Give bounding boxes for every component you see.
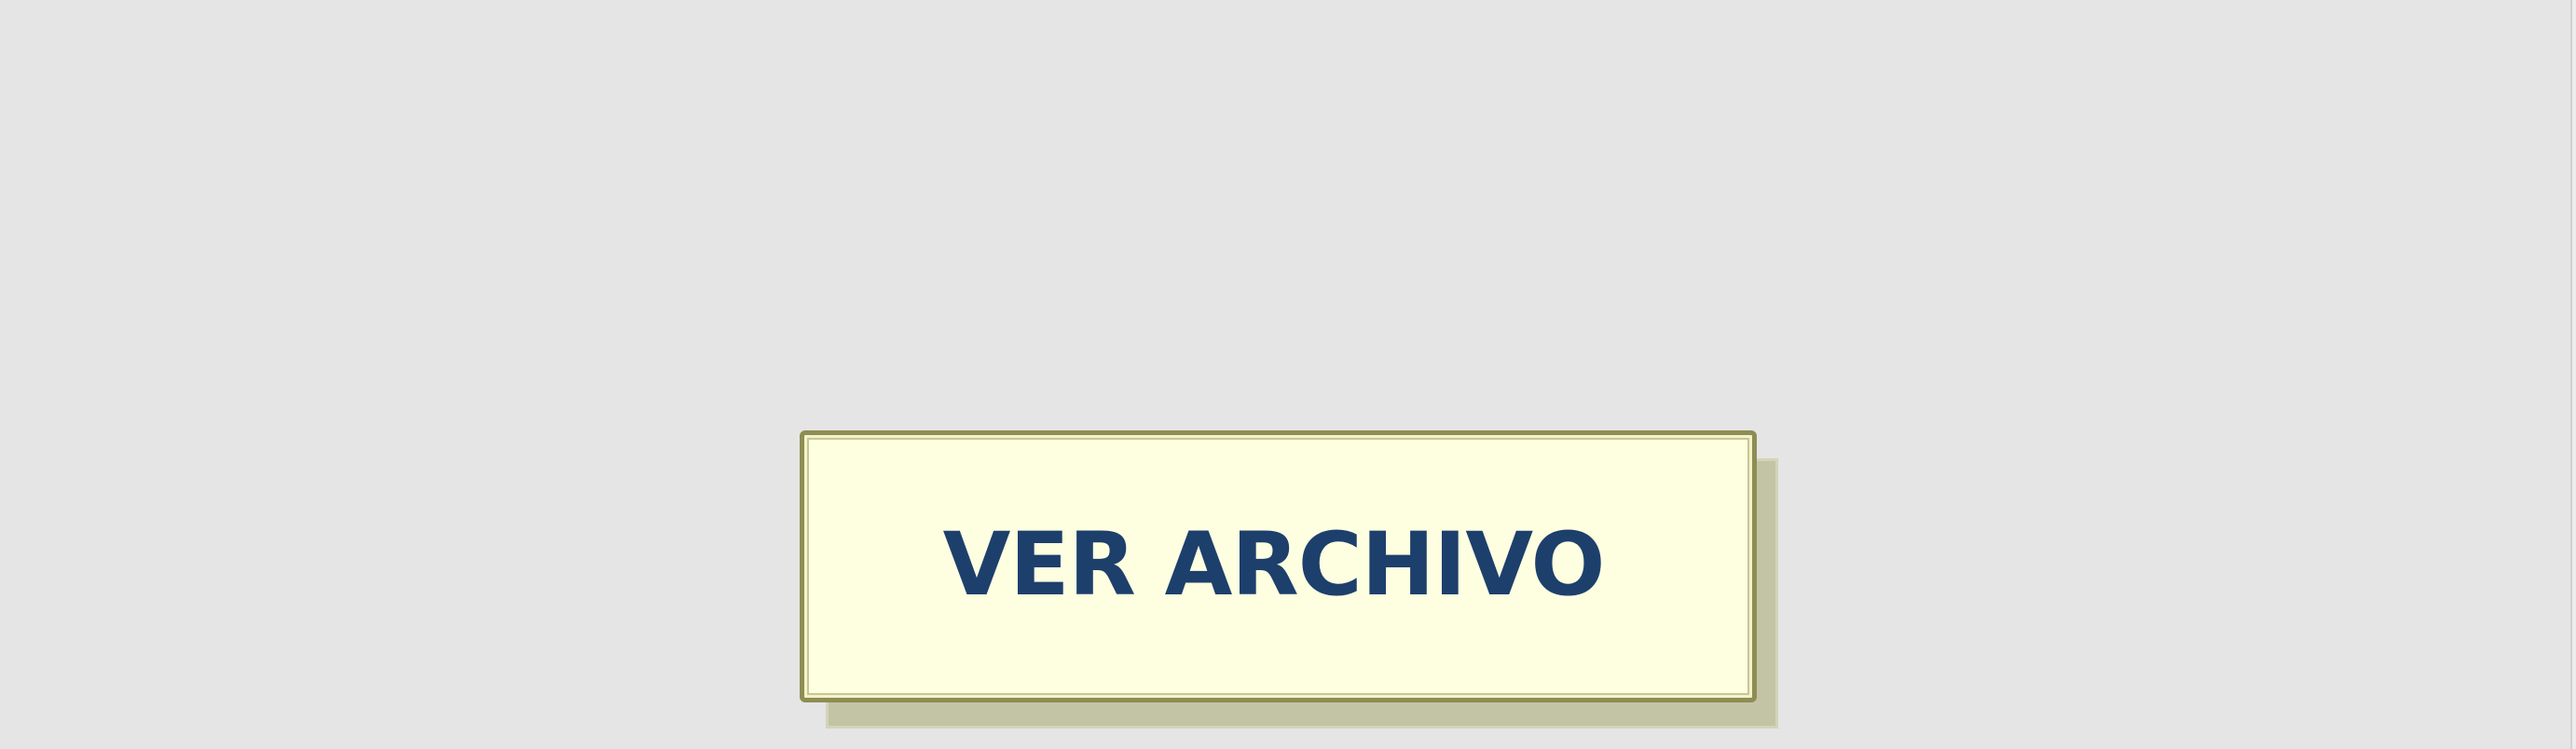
view-file-button-container: VER ARCHIVO: [800, 430, 1778, 734]
view-file-button[interactable]: VER ARCHIVO: [800, 430, 1757, 702]
view-file-button-label: VER ARCHIVO: [942, 514, 1606, 616]
right-edge-strip: [2570, 0, 2576, 749]
